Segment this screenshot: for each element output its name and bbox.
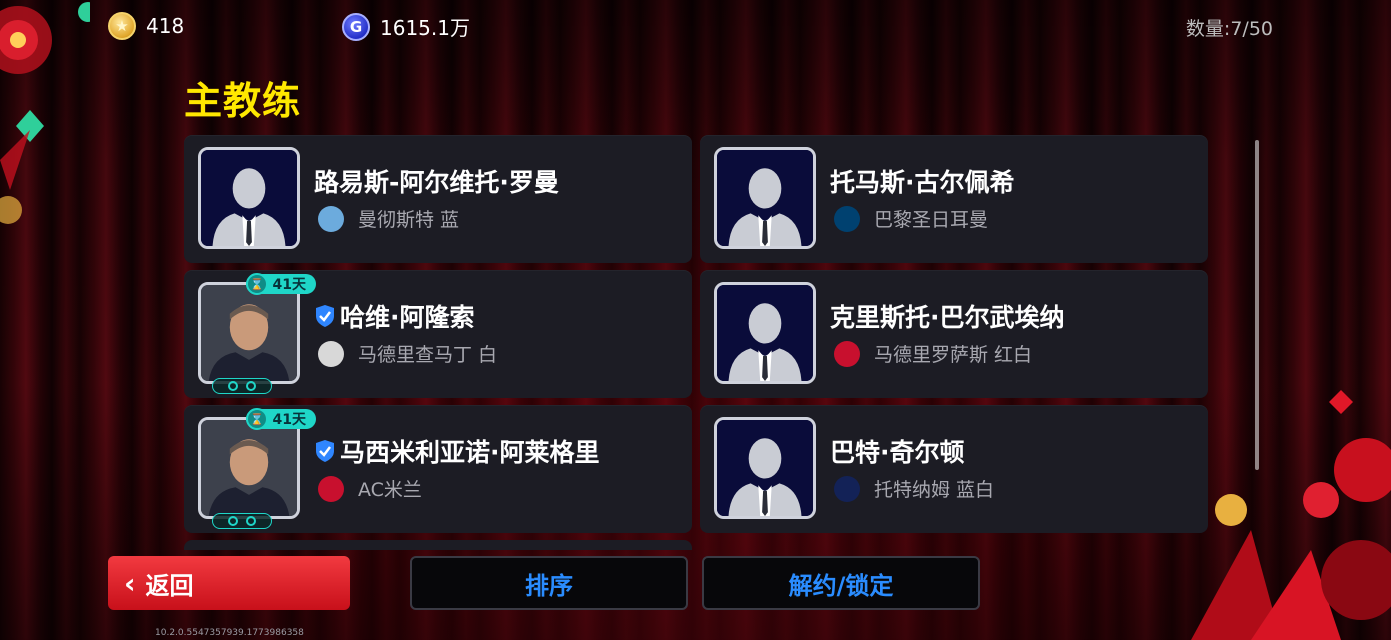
coach-portrait — [198, 282, 300, 384]
coach-club: 马德里查马丁 白 — [318, 340, 497, 367]
contract-days-badge: ⌛ 41天 — [246, 408, 316, 430]
coach-card[interactable]: 克里斯托·巴尔武埃纳马德里罗萨斯 红白 — [700, 270, 1208, 398]
coach-photo-icon — [201, 420, 297, 516]
hourglass-icon: ⌛ — [246, 408, 268, 430]
skill-chip-icon — [212, 378, 272, 394]
coach-name-text: 托马斯·古尔佩希 — [830, 168, 1015, 197]
club-badge-icon — [834, 205, 860, 232]
coach-portrait — [714, 282, 816, 384]
club-badge-icon — [318, 205, 344, 232]
coach-name: 路易斯-阿尔维托·罗曼 — [314, 163, 559, 199]
coach-club: 托特纳姆 蓝白 — [834, 475, 994, 502]
coach-name: 托马斯·古尔佩希 — [830, 163, 1015, 199]
contract-days: 41天 — [272, 412, 306, 428]
coach-portrait — [198, 147, 300, 249]
coach-name-text: 巴特·奇尔顿 — [830, 438, 965, 467]
hourglass-icon: ⌛ — [246, 273, 268, 295]
coach-card[interactable]: 路易斯-阿尔维托·罗曼曼彻斯特 蓝 — [184, 135, 692, 263]
club-badge-icon — [834, 475, 860, 502]
club-name: 巴黎圣日耳曼 — [874, 209, 989, 231]
club-name: 马德里罗萨斯 红白 — [874, 344, 1033, 366]
verified-shield-icon — [316, 305, 334, 327]
version-text: 10.2.0.5547357939.1773986358 — [155, 628, 304, 638]
coach-portrait — [714, 147, 816, 249]
gp-icon: G — [342, 12, 370, 41]
back-button-label: 返回 — [145, 571, 194, 600]
coach-portrait — [198, 417, 300, 519]
coach-club: 曼彻斯特 蓝 — [318, 205, 459, 232]
coach-silhouette-icon — [201, 150, 297, 246]
coach-name-text: 马西米利亚诺·阿莱格里 — [340, 438, 600, 467]
contract-days-badge: ⌛ 41天 — [246, 273, 316, 295]
roster-count: 数量:7/50 — [1185, 18, 1273, 40]
left-ornament-icon — [0, 2, 90, 224]
coach-club: 马德里罗萨斯 红白 — [834, 340, 1032, 367]
club-badge-icon — [318, 475, 344, 502]
gp-amount: 1615.1万 — [380, 16, 470, 40]
coach-name-text: 路易斯-阿尔维托·罗曼 — [314, 168, 559, 197]
coach-silhouette-icon — [717, 150, 813, 246]
verified-shield-icon — [316, 440, 334, 462]
coach-club: AC米兰 — [318, 475, 422, 502]
coach-card[interactable]: 巴特·奇尔顿托特纳姆 蓝白 — [700, 405, 1208, 533]
coach-photo-icon — [201, 285, 297, 381]
sort-button[interactable]: 排序 — [410, 556, 688, 610]
club-name: 马德里查马丁 白 — [358, 344, 498, 366]
coach-card-partial[interactable] — [184, 540, 692, 550]
back-button[interactable]: ‹ 返回 — [108, 556, 350, 610]
contract-days: 41天 — [272, 277, 306, 293]
coach-name-text: 克里斯托·巴尔武埃纳 — [830, 303, 1065, 332]
skill-chip-icon — [212, 513, 272, 529]
scrollbar-thumb[interactable] — [1255, 140, 1259, 470]
page-title: 主教练 — [184, 79, 302, 123]
coach-name: 巴特·奇尔顿 — [830, 433, 965, 469]
coach-silhouette-icon — [717, 285, 813, 381]
coin-counter: ★ 418 — [108, 12, 184, 40]
club-name: AC米兰 — [358, 479, 422, 501]
club-name: 托特纳姆 蓝白 — [874, 479, 995, 501]
club-badge-icon — [834, 340, 860, 367]
right-ornament-icon — [1191, 390, 1391, 640]
coach-name: 哈维·阿隆索 — [314, 298, 475, 334]
club-badge-icon — [318, 340, 344, 367]
release-lock-button[interactable]: 解约/锁定 — [702, 556, 980, 610]
scrollbar[interactable] — [1255, 140, 1259, 470]
coach-name-text: 哈维·阿隆索 — [340, 303, 475, 332]
coach-club: 巴黎圣日耳曼 — [834, 205, 988, 232]
club-name: 曼彻斯特 蓝 — [358, 209, 460, 231]
coin-icon: ★ — [108, 12, 136, 40]
coach-name: 克里斯托·巴尔武埃纳 — [830, 298, 1065, 334]
coach-card[interactable]: 托马斯·古尔佩希巴黎圣日耳曼 — [700, 135, 1208, 263]
chevron-left-icon: ‹ — [124, 566, 136, 600]
coach-card[interactable]: ⌛ 41天马西米利亚诺·阿莱格里 AC米兰 — [184, 405, 692, 533]
coach-silhouette-icon — [717, 420, 813, 516]
coach-name: 马西米利亚诺·阿莱格里 — [314, 433, 600, 469]
coach-card[interactable]: ⌛ 41天哈维·阿隆索马德里查马丁 白 — [184, 270, 692, 398]
gp-counter: G 1615.1万 — [342, 12, 470, 41]
coach-portrait — [714, 417, 816, 519]
coin-amount: 418 — [146, 14, 185, 38]
